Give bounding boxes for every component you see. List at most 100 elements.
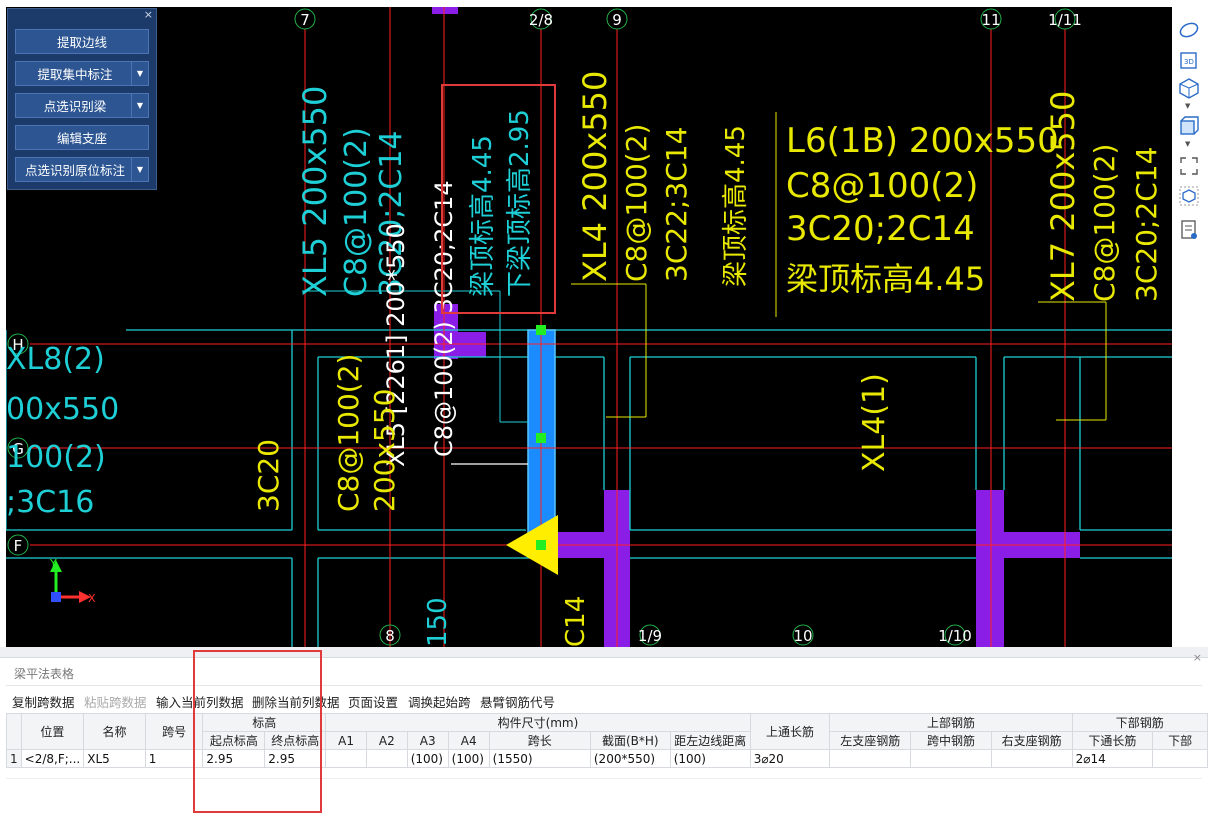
xl5-stirrup: C8@100(2) xyxy=(339,127,374,297)
splitter-bar[interactable] xyxy=(0,647,1208,658)
xl5-bottom-elev: 下梁顶标高2.95 xyxy=(505,109,535,297)
xl8-stirrup: 100(2) xyxy=(6,440,106,475)
cell-section[interactable]: (200*550) xyxy=(589,749,671,768)
cell-bottom-more[interactable] xyxy=(1152,749,1208,768)
render-icon[interactable] xyxy=(1178,185,1200,207)
stirrup-mid: C8@100(2) xyxy=(332,354,365,512)
cube-icon[interactable] xyxy=(1178,77,1200,99)
xl4-1-label: XL4(1) xyxy=(857,373,892,472)
cell-bottom-through[interactable]: 2⌀14 xyxy=(1071,749,1154,768)
col-a4[interactable]: A4 xyxy=(447,731,490,750)
paste-span-data-button[interactable]: 粘贴跨数据 xyxy=(84,692,147,711)
extract-label-button[interactable]: 提取集中标注 ▼ xyxy=(15,61,149,86)
col-top-bars[interactable]: 上部钢筋 xyxy=(829,713,1073,732)
chevron-down-icon[interactable]: ▼ xyxy=(1185,140,1190,148)
col-bottom-bars[interactable]: 下部钢筋 xyxy=(1071,713,1208,732)
pick-beam-button[interactable]: 点选识别梁 ▼ xyxy=(15,93,149,118)
report-icon[interactable] xyxy=(1178,219,1200,241)
right-toolbar: 3D ▼ ▼ xyxy=(1172,7,1208,647)
panel-close-icon[interactable]: × xyxy=(144,9,153,21)
beam-table-panel: × 梁平法表格 复制跨数据 粘贴跨数据 输入当前列数据 删除当前列数据 页面设置… xyxy=(0,647,1208,835)
axis-label-f: F xyxy=(14,537,23,555)
cell-a1[interactable] xyxy=(325,749,367,768)
l6-title: L6(1B) 200x550 xyxy=(786,121,1059,161)
cad-drawing-canvas[interactable]: 7 2/8 9 11 1/11 8 1/9 10 1/10 H G F XL5 … xyxy=(6,7,1172,647)
cantilever-rebar-code-button[interactable]: 悬臂钢筋代号 xyxy=(480,692,555,711)
col-section[interactable]: 截面(B*H) xyxy=(589,731,671,750)
ucs-icon: Y X xyxy=(49,557,96,605)
cell-a3[interactable]: (100) xyxy=(406,749,449,768)
axis-label-9: 9 xyxy=(612,11,622,29)
cell-offset[interactable]: (100) xyxy=(669,749,751,768)
l6-stirrup: C8@100(2) xyxy=(786,166,978,206)
row-index: 1 xyxy=(6,749,22,768)
xl5-label: XL5 200x550 xyxy=(296,86,334,297)
axis-label-8: 8 xyxy=(385,627,395,645)
col-left-support[interactable]: 左支座钢筋 xyxy=(829,731,912,750)
cell-left-support[interactable] xyxy=(829,749,912,768)
cell-position[interactable]: <2/8,F;... xyxy=(20,749,85,768)
xl8-name: XL8(2) xyxy=(6,342,105,377)
cell-a2[interactable] xyxy=(365,749,408,768)
col-dimensions[interactable]: 构件尺寸(mm) xyxy=(325,713,751,732)
cell-top-through[interactable]: 3⌀20 xyxy=(749,749,831,768)
chevron-down-icon[interactable]: ▼ xyxy=(131,94,148,117)
page-setup-button[interactable]: 页面设置 xyxy=(348,692,398,711)
box-icon[interactable] xyxy=(1178,115,1200,137)
col-a3[interactable]: A3 xyxy=(406,731,449,750)
xl4-stirrup: C8@100(2) xyxy=(620,124,653,282)
orbit-icon[interactable] xyxy=(1178,19,1200,41)
edit-support-button[interactable]: 编辑支座 xyxy=(15,125,149,150)
cell-mid-span[interactable] xyxy=(910,749,992,768)
fullscreen-icon[interactable] xyxy=(1178,155,1200,177)
chevron-down-icon[interactable]: ▼ xyxy=(131,158,148,181)
dim-150: 150 xyxy=(423,597,453,647)
3d-view-icon[interactable]: 3D xyxy=(1178,49,1200,71)
axis-label-1-9: 1/9 xyxy=(638,627,662,645)
col-a2[interactable]: A2 xyxy=(365,731,408,750)
chevron-down-icon[interactable]: ▼ xyxy=(131,62,148,85)
col-span-length[interactable]: 跨长 xyxy=(488,731,591,750)
cell-span-length[interactable]: (1550) xyxy=(488,749,591,768)
grip-top[interactable] xyxy=(536,325,546,335)
col-a1[interactable]: A1 xyxy=(325,731,367,750)
col-offset[interactable]: 距左边线距离 xyxy=(669,731,751,750)
chevron-down-icon[interactable]: ▼ xyxy=(1185,102,1190,110)
cell-right-support[interactable] xyxy=(990,749,1073,768)
svg-text:3D: 3D xyxy=(1184,58,1194,66)
bars-c14: C14 xyxy=(561,596,591,647)
extract-edges-button[interactable]: 提取边线 xyxy=(15,29,149,54)
close-icon[interactable]: × xyxy=(1193,651,1202,664)
col-bottom-through[interactable]: 下通长筋 xyxy=(1071,731,1154,750)
xl4-top-elev: 梁顶标高4.45 xyxy=(721,125,751,287)
grip-mid[interactable] xyxy=(536,433,546,443)
col-name[interactable]: 名称 xyxy=(83,713,146,750)
panel-title: 梁平法表格 xyxy=(14,667,75,681)
pick-in-situ-label-button[interactable]: 点选识别原位标注 ▼ xyxy=(15,157,149,182)
beam-table: 位置 名称 跨号 标高 构件尺寸(mm) 上通长筋 上部钢筋 下部钢筋 起点标高… xyxy=(6,713,1208,768)
copy-span-data-button[interactable]: 复制跨数据 xyxy=(12,692,75,711)
cell-name[interactable]: XL5 xyxy=(83,749,146,768)
axis-label-1-11: 1/11 xyxy=(1048,11,1082,29)
table-row[interactable]: 1 <2/8,F;... XL5 1 2.95 2.95 (100) (100)… xyxy=(6,749,1208,768)
col-mid-span[interactable]: 跨中钢筋 xyxy=(910,731,992,750)
axis-label-2-8: 2/8 xyxy=(529,11,553,29)
size-mid: 200x550 xyxy=(368,389,401,512)
xl8-bars: ;3C16 xyxy=(6,485,94,520)
l6-top-elev: 梁顶标高4.45 xyxy=(786,260,985,298)
highlight-box-elevation xyxy=(193,650,322,813)
col-bottom-more[interactable]: 下部 xyxy=(1152,731,1208,750)
col-top-through[interactable]: 上通长筋 xyxy=(749,713,831,750)
highlight-box-annotation xyxy=(441,84,556,314)
xl4-label: XL4 200x550 xyxy=(576,71,614,282)
cell-a4[interactable]: (100) xyxy=(447,749,490,768)
xl4-bars: 3C22;3C14 xyxy=(660,127,693,282)
xl8-size: 00x550 xyxy=(6,392,119,427)
xl7-label: XL7 200x550 xyxy=(1044,91,1082,302)
col-position[interactable]: 位置 xyxy=(20,713,85,750)
xl7-bars: 3C20;2C14 xyxy=(1130,147,1163,302)
swap-start-span-button[interactable]: 调换起始跨 xyxy=(408,692,471,711)
col-right-support[interactable]: 右支座钢筋 xyxy=(990,731,1073,750)
grip-end[interactable] xyxy=(536,540,546,550)
svg-text:X: X xyxy=(88,592,96,605)
